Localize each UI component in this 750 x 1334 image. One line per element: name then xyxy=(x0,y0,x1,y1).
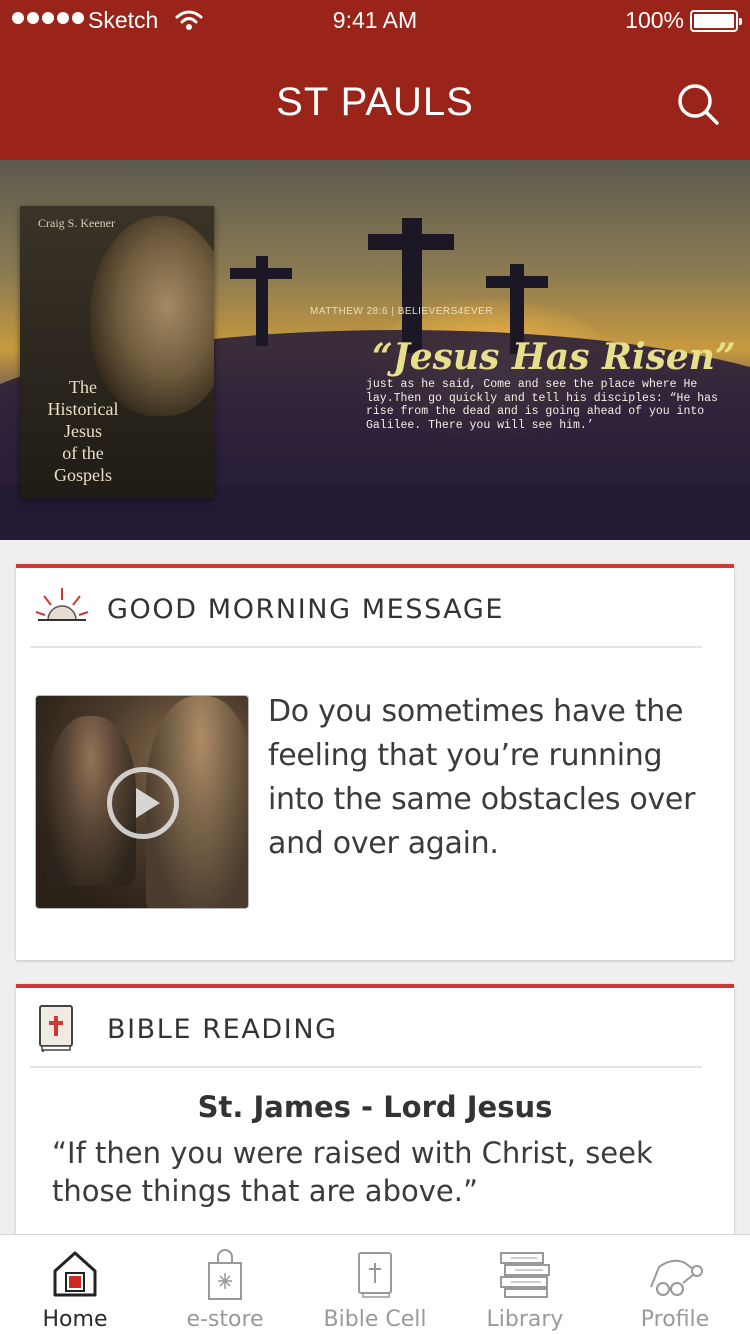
card-header: BIBLE READING xyxy=(16,988,734,1068)
status-bar: Sketch 9:41 AM 100% xyxy=(0,0,750,40)
book-cover[interactable]: Craig S. Keener The Historical Jesus of … xyxy=(20,206,214,498)
page-title: ST PAULS xyxy=(276,80,474,124)
banner-verse: just as he said, Come and see the place … xyxy=(366,378,718,432)
tab-bar: Home e-store Bible Cell Library Profile xyxy=(0,1234,750,1334)
tab-library[interactable]: Library xyxy=(450,1235,600,1334)
video-thumbnail[interactable] xyxy=(35,695,249,909)
play-icon[interactable] xyxy=(107,767,179,839)
tab-label: Bible Cell xyxy=(323,1307,427,1332)
profile-icon xyxy=(650,1259,703,1296)
tab-bible-cell[interactable]: Bible Cell xyxy=(300,1235,450,1334)
card-header: GOOD MORNING MESSAGE xyxy=(16,568,734,648)
banner-headline: “Jesus Has Risen” xyxy=(372,336,736,378)
featured-banner[interactable]: Craig S. Keener The Historical Jesus of … xyxy=(0,160,750,540)
tab-profile[interactable]: Profile xyxy=(600,1235,750,1334)
battery-icon xyxy=(690,10,742,32)
divider xyxy=(30,646,702,648)
bible-reading-card: BIBLE READING St. James - Lord Jesus “If… xyxy=(16,984,734,1254)
bible-icon xyxy=(39,1005,73,1052)
cross-center-bar xyxy=(368,234,454,250)
good-morning-card: GOOD MORNING MESSAGE Do you sometimes ha… xyxy=(16,564,734,960)
cross-left-bar xyxy=(230,268,292,279)
book-title: The Historical Jesus of the Gospels xyxy=(47,377,119,485)
tab-label: Library xyxy=(486,1307,564,1332)
divider xyxy=(30,1066,702,1068)
card-title: GOOD MORNING MESSAGE xyxy=(107,594,505,625)
tab-home[interactable]: Home xyxy=(0,1235,150,1334)
search-icon[interactable] xyxy=(676,82,720,126)
battery-percent: 100% xyxy=(625,7,684,33)
tab-label: Profile xyxy=(640,1307,710,1332)
home-icon xyxy=(53,1251,97,1297)
app-header: Sketch 9:41 AM 100% ST PAULS xyxy=(0,0,750,160)
banner-reference: MATTHEW 28:6 | BELIEVERS4EVER xyxy=(310,306,494,317)
tab-estore[interactable]: e-store xyxy=(150,1235,300,1334)
shopping-bag-icon xyxy=(208,1249,242,1300)
books-icon xyxy=(500,1252,550,1298)
bible-icon xyxy=(358,1252,392,1298)
tab-label: e-store xyxy=(186,1307,264,1332)
morning-message-text: Do you sometimes have the feeling that y… xyxy=(268,694,696,861)
cross-right-bar xyxy=(486,276,548,288)
card-title: BIBLE READING xyxy=(107,1014,338,1045)
reading-quote: “If then you were raised with Christ, se… xyxy=(52,1136,653,1208)
book-author: Craig S. Keener xyxy=(38,216,115,230)
reading-title: St. James - Lord Jesus xyxy=(197,1090,553,1124)
tab-label: Home xyxy=(42,1307,108,1332)
sunrise-icon xyxy=(35,588,89,621)
